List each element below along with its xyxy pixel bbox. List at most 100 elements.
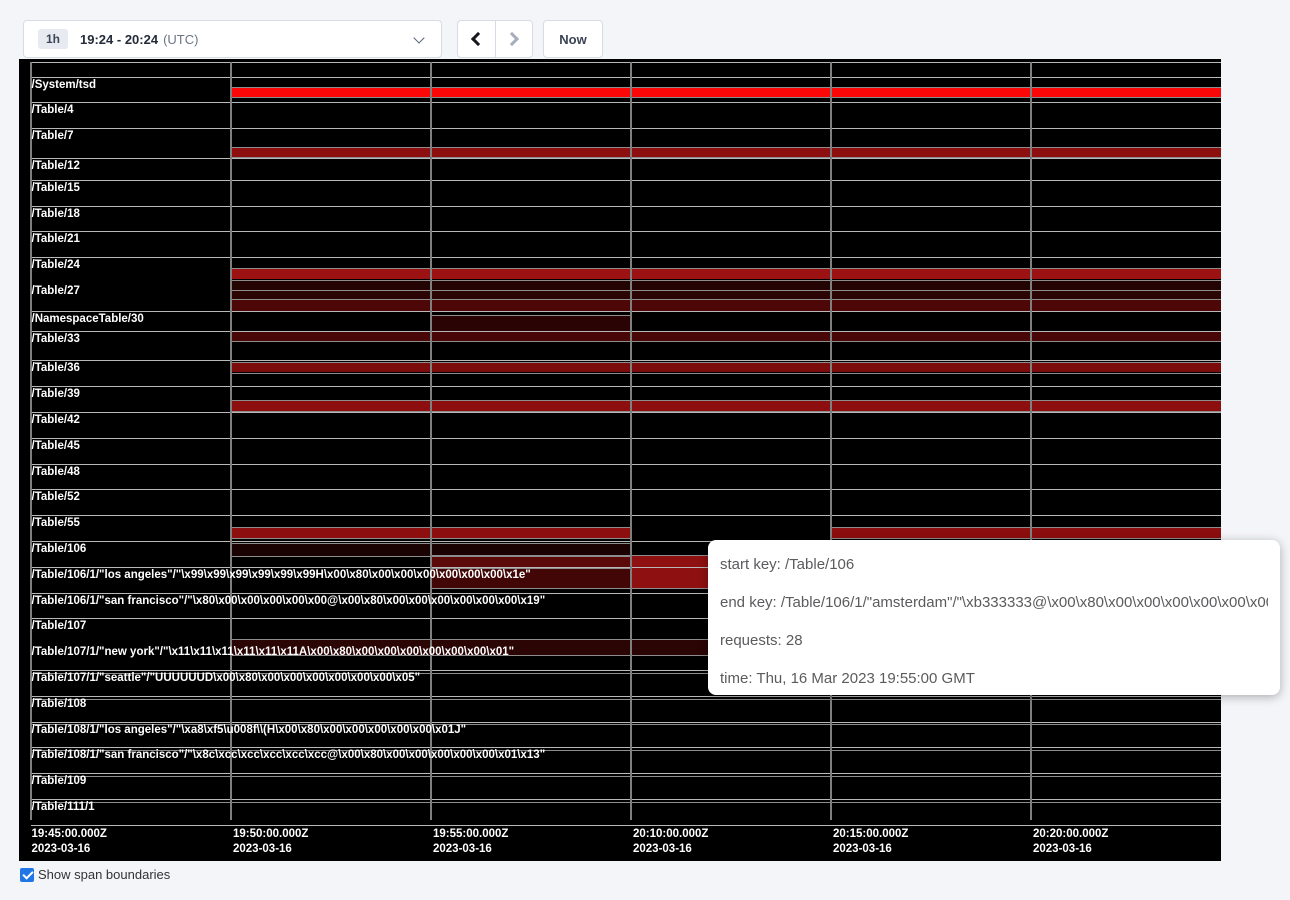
footer: Show span boundaries	[20, 867, 170, 882]
row-label: /System/tsd	[32, 79, 97, 92]
row-label: /Table/107	[32, 620, 87, 633]
time-range-selector[interactable]: 1h 19:24 - 20:24 (UTC)	[23, 20, 442, 58]
span-boundary-line	[31, 102, 1222, 103]
span-boundary-line	[31, 799, 1222, 800]
x-tick-date: 2023-03-16	[233, 842, 292, 857]
heat-band[interactable]	[831, 528, 1222, 538]
span-boundary-line	[31, 699, 1222, 700]
band-edge-line	[231, 87, 1222, 88]
row-label: /Table/107/1/"new york"/"\x11\x11\x11\x1…	[32, 646, 515, 659]
band-edge-line	[231, 341, 1222, 342]
span-boundary-line	[31, 180, 1222, 181]
span-boundary-line	[31, 412, 1222, 413]
span-boundary-line	[31, 257, 1222, 258]
row-label: /Table/107/1/"seattle"/"UUUUUUD\x00\x80\…	[32, 672, 421, 685]
heat-band[interactable]	[231, 401, 1222, 411]
x-tick-time: 19:55:00.000Z	[433, 827, 508, 842]
row-label: /Table/106	[32, 543, 87, 556]
chevron-left-icon	[471, 32, 485, 46]
time-gridline	[430, 62, 432, 821]
row-label: /Table/15	[32, 182, 80, 195]
span-boundary-line	[31, 515, 1222, 516]
band-edge-line	[231, 299, 1222, 300]
row-label: /Table/33	[32, 333, 80, 346]
time-gridline	[830, 62, 832, 821]
key-visualizer-page: 1h 19:24 - 20:24 (UTC) Now start key: /T…	[0, 0, 1290, 900]
row-label: /Table/52	[32, 491, 80, 504]
prev-range-button[interactable]	[457, 20, 495, 58]
row-label: /Table/48	[32, 466, 80, 479]
x-tick-time: 20:15:00.000Z	[833, 827, 908, 842]
heat-band[interactable]	[231, 291, 1222, 300]
band-edge-line	[231, 400, 1222, 401]
row-label: /Table/7	[32, 130, 74, 143]
span-tooltip: start key: /Table/106 end key: /Table/10…	[708, 540, 1280, 695]
x-tick-time: 19:50:00.000Z	[233, 827, 308, 842]
span-boundary-line	[31, 360, 1222, 361]
row-label: /Table/21	[32, 233, 80, 246]
span-boundary-line	[31, 464, 1222, 465]
heat-band[interactable]	[231, 281, 1222, 290]
show-span-boundaries-label: Show span boundaries	[38, 867, 170, 882]
span-boundary-line	[31, 206, 1222, 207]
time-nav-group	[457, 20, 533, 58]
band-edge-line	[831, 527, 1222, 528]
heat-band[interactable]	[231, 332, 1222, 342]
row-label: /Table/55	[32, 517, 80, 530]
time-gridline	[1030, 62, 1032, 821]
row-label: /Table/109	[32, 775, 87, 788]
next-range-button[interactable]	[495, 20, 533, 58]
time-gridline	[230, 62, 232, 821]
span-boundary-line	[31, 62, 1222, 63]
chevron-down-icon	[413, 32, 424, 43]
span-boundary-line	[31, 773, 1222, 774]
x-tick-date: 2023-03-16	[833, 842, 892, 857]
row-label: /Table/4	[32, 104, 74, 117]
x-tick-date: 2023-03-16	[433, 842, 492, 857]
span-boundary-line	[31, 331, 1222, 332]
x-tick-date: 2023-03-16	[32, 842, 91, 857]
tooltip-time: time: Thu, 16 Mar 2023 19:55:00 GMT	[720, 670, 1268, 687]
span-boundary-line	[31, 489, 1222, 490]
band-edge-line	[431, 588, 631, 589]
row-label: /Table/18	[32, 208, 80, 221]
row-label: /Table/42	[32, 414, 80, 427]
span-boundary-line	[31, 231, 1222, 232]
row-label: /Table/108/1/"los angeles"/"\xa8\xf5\u00…	[32, 724, 467, 737]
row-label: /Table/45	[32, 440, 80, 453]
span-boundary-line	[31, 386, 1222, 387]
heat-band[interactable]	[231, 269, 1222, 279]
tooltip-end-key: end key: /Table/106/1/"amsterdam"/"\xb33…	[720, 594, 1268, 611]
key-visualizer-canvas[interactable]: start key: /Table/106 end key: /Table/10…	[19, 59, 1221, 861]
band-edge-line	[231, 280, 1222, 281]
row-label: /Table/36	[32, 362, 80, 375]
row-label: /Table/24	[32, 259, 80, 272]
row-label: /Table/108	[32, 698, 87, 711]
x-tick-date: 2023-03-16	[633, 842, 692, 857]
span-boundary-line	[31, 158, 1222, 159]
row-label: /Table/106/1/"los angeles"/"\x99\x99\x99…	[32, 569, 531, 582]
span-boundary-line	[31, 438, 1222, 439]
heat-band[interactable]	[231, 88, 1222, 97]
now-button[interactable]: Now	[543, 20, 603, 58]
band-edge-line	[231, 373, 1222, 374]
row-label: /NamespaceTable/30	[32, 313, 144, 326]
span-boundary-line	[31, 776, 1222, 777]
show-span-boundaries-checkbox[interactable]	[20, 868, 34, 882]
heat-band[interactable]	[231, 300, 1222, 311]
band-edge-line	[231, 97, 1222, 98]
band-edge-line	[231, 362, 1222, 363]
band-edge-line	[231, 147, 1222, 148]
band-edge-line	[431, 315, 631, 316]
x-tick-time: 20:20:00.000Z	[1033, 827, 1108, 842]
band-edge-line	[831, 538, 1222, 539]
tooltip-start-key: start key: /Table/106	[720, 556, 1268, 573]
x-tick-time: 20:10:00.000Z	[633, 827, 708, 842]
band-edge-line	[431, 555, 631, 556]
chevron-right-icon	[505, 32, 519, 46]
heat-band[interactable]	[431, 316, 631, 331]
heat-band[interactable]	[231, 363, 1222, 373]
tooltip-requests: requests: 28	[720, 632, 1268, 649]
heat-band[interactable]	[231, 148, 1222, 157]
band-edge-line	[231, 290, 1222, 291]
